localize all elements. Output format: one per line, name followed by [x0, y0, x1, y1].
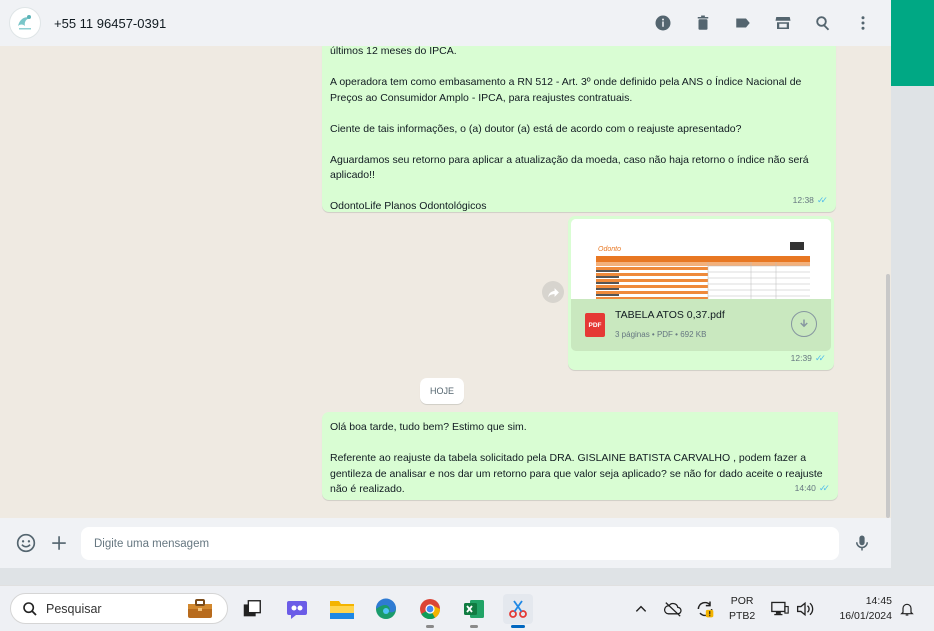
window-bottom-strip	[0, 568, 934, 585]
message-text: Olá boa tarde, tudo bem? Estimo que sim.…	[330, 421, 823, 495]
taskbar-clock[interactable]: 14:45 16/01/2024	[824, 594, 892, 624]
speaker-icon	[796, 601, 814, 617]
document-meta: 3 páginas • PDF • 692 KB	[615, 329, 707, 339]
document-preview[interactable]: Odonto	[571, 219, 831, 299]
menu-button[interactable]	[853, 13, 873, 33]
avatar-logo-icon	[18, 15, 31, 30]
taskbar-edge[interactable]	[371, 594, 401, 624]
microphone-icon	[856, 535, 868, 551]
task-view-button[interactable]	[237, 594, 267, 624]
edge-browser-icon	[375, 598, 396, 619]
notifications-button[interactable]	[892, 594, 922, 624]
emoji-icon	[16, 533, 36, 553]
contact-avatar[interactable]	[9, 7, 41, 39]
message-list[interactable]: últimos 12 meses do IPCA. A operadora te…	[0, 46, 891, 518]
side-accent	[891, 0, 934, 86]
taskbar-snipping-tool[interactable]	[503, 594, 533, 628]
scrollbar[interactable]	[886, 274, 890, 518]
briefcase-icon	[188, 599, 212, 618]
language-indicator[interactable]: POR PTB2	[729, 594, 755, 624]
download-button[interactable]	[791, 311, 817, 337]
show-hidden-icons-button[interactable]	[626, 594, 656, 624]
network-icon	[771, 601, 789, 616]
plus-icon	[52, 536, 66, 550]
document-info-bar[interactable]: PDF TABELA ATOS 0,37.pdf 3 páginas • PDF…	[571, 299, 831, 351]
message-time: 14:40	[794, 482, 816, 493]
message-outgoing[interactable]: Olá boa tarde, tudo bem? Estimo que sim.…	[322, 412, 838, 500]
message-time: 12:39	[790, 352, 812, 363]
clock-date: 16/01/2024	[839, 610, 892, 622]
chat-app-icon	[287, 601, 307, 619]
contact-number[interactable]: +55 11 96457-0391	[54, 16, 166, 31]
archive-button[interactable]	[773, 13, 793, 33]
search-button[interactable]	[813, 13, 833, 33]
taskbar-search[interactable]: Pesquisar	[10, 593, 228, 624]
chrome-browser-icon	[420, 599, 441, 620]
tray-onedrive[interactable]	[658, 594, 688, 624]
read-ticks-icon: ✓✓	[814, 352, 826, 363]
message-outgoing[interactable]: últimos 12 meses do IPCA. A operadora te…	[322, 46, 836, 212]
clock-time: 14:45	[865, 595, 892, 607]
store-icon	[775, 17, 791, 29]
emoji-button[interactable]	[14, 531, 38, 555]
label-icon	[736, 18, 750, 28]
message-meta: 12:38 ✓✓	[793, 193, 828, 209]
taskbar: Pesquisar POR PTB2 14:45 16/01/2024	[0, 585, 934, 631]
task-view-icon	[243, 600, 261, 617]
composer	[0, 518, 891, 568]
search-icon	[23, 601, 37, 616]
contact-info-button[interactable]	[653, 13, 673, 33]
taskbar-search-label: Pesquisar	[46, 601, 102, 616]
download-icon	[800, 319, 808, 328]
label-button[interactable]	[733, 13, 753, 33]
chevron-up-icon	[635, 605, 647, 612]
message-input[interactable]	[81, 527, 839, 560]
read-ticks-icon: ✓✓	[818, 482, 830, 493]
day-divider: HOJE	[420, 378, 464, 404]
bell-icon	[900, 603, 914, 616]
taskbar-chrome[interactable]	[415, 594, 445, 628]
folder-icon	[330, 601, 354, 619]
tray-volume[interactable]	[790, 594, 820, 624]
forward-icon	[547, 287, 559, 297]
delete-button[interactable]	[693, 13, 713, 33]
snipping-tool-icon	[509, 600, 527, 618]
message-meta: 14:40 ✓✓	[795, 481, 830, 497]
message-meta: 12:39 ✓✓	[791, 351, 826, 367]
trash-icon	[697, 15, 709, 30]
forward-button[interactable]	[542, 281, 564, 303]
taskbar-excel[interactable]	[459, 594, 489, 628]
info-icon	[655, 15, 671, 31]
sync-warning-icon	[697, 601, 714, 618]
cloud-offline-icon	[663, 602, 682, 617]
running-indicator	[470, 625, 478, 628]
running-indicator	[426, 625, 434, 628]
chat-header: +55 11 96457-0391	[0, 0, 891, 46]
keyboard-layout: PTB2	[729, 610, 756, 622]
svg-text:Odonto: Odonto	[598, 246, 621, 253]
voice-button[interactable]	[850, 531, 874, 555]
more-vertical-icon	[861, 16, 865, 30]
side-panel	[891, 0, 934, 585]
attach-button[interactable]	[47, 531, 71, 555]
pdf-thumbnail: Odonto	[571, 219, 831, 299]
document-message[interactable]: Odonto PDF TABELA ATOS 0,37.pdf 3 página…	[568, 216, 834, 370]
active-indicator	[511, 625, 525, 628]
taskbar-file-explorer[interactable]	[327, 594, 357, 624]
pdf-file-icon: PDF	[585, 313, 605, 337]
tray-sync[interactable]	[690, 594, 720, 624]
taskbar-chat-app[interactable]	[282, 594, 312, 624]
search-icon	[816, 16, 830, 31]
message-time: 12:38	[792, 194, 814, 205]
message-text: últimos 12 meses do IPCA. A operadora te…	[330, 46, 809, 212]
read-ticks-icon: ✓✓	[816, 194, 828, 205]
language-code: POR	[730, 595, 754, 607]
document-name: TABELA ATOS 0,37.pdf	[615, 309, 725, 321]
excel-icon	[464, 600, 484, 618]
